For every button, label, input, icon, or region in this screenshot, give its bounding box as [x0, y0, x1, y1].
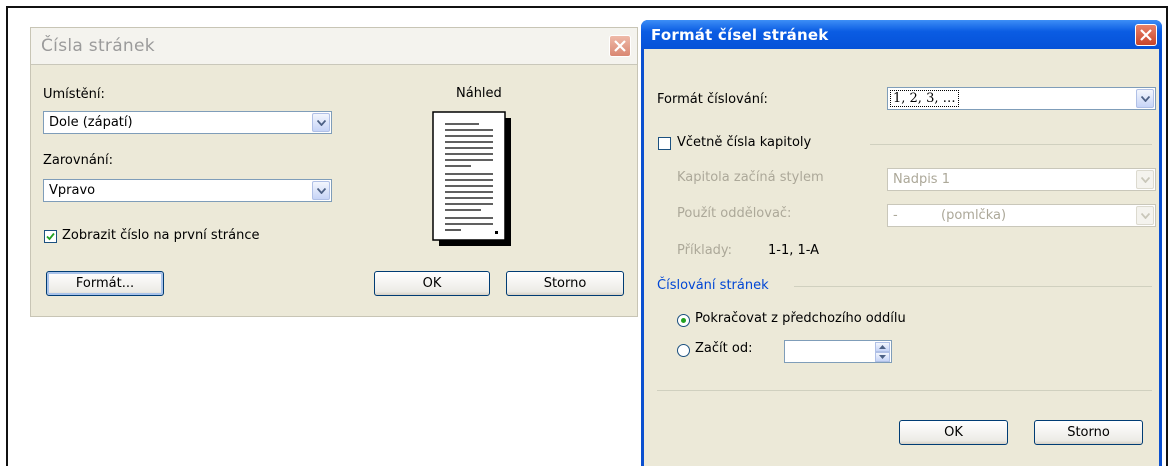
- preview-label: Náhled: [456, 86, 502, 101]
- footer-divider: [657, 390, 1152, 391]
- include-chapter-checkbox[interactable]: [658, 137, 671, 150]
- number-format-value: 1, 2, 3, …: [890, 90, 959, 107]
- chevron-down-icon[interactable]: [1136, 89, 1154, 108]
- close-button[interactable]: [609, 35, 631, 57]
- chevron-down-icon[interactable]: [312, 181, 330, 200]
- examples-value: 1-1, 1-A: [768, 243, 820, 258]
- show-first-page-label: Zobrazit číslo na první stránce: [62, 228, 260, 243]
- dialog-body: Formát číslování: 1, 2, 3, … Včetně čísl…: [644, 49, 1159, 466]
- format-button[interactable]: Formát...: [46, 271, 164, 296]
- alignment-select[interactable]: Vpravo: [43, 179, 332, 202]
- examples-label: Příklady:: [677, 243, 733, 258]
- radio-selected-dot: [681, 318, 686, 323]
- spin-up-icon[interactable]: [875, 342, 890, 352]
- title-bar: Formát čísel stránek: [641, 20, 1162, 49]
- start-at-spinner[interactable]: [784, 340, 892, 363]
- position-select[interactable]: Dole (zápatí): [43, 111, 332, 134]
- close-button[interactable]: [1135, 24, 1157, 46]
- continue-radio[interactable]: [677, 314, 690, 327]
- chevron-down-icon[interactable]: [1136, 170, 1154, 189]
- close-icon: [1140, 29, 1152, 41]
- chapter-style-select[interactable]: Nadpis 1: [887, 168, 1156, 191]
- chevron-down-icon[interactable]: [1136, 206, 1154, 225]
- separator-value-name: (pomlčka): [941, 208, 1007, 223]
- chapter-starts-label: Kapitola začíná stylem: [677, 170, 824, 185]
- page-numbering-group-header: Číslování stránek: [657, 278, 769, 293]
- position-label: Umístění:: [43, 87, 105, 102]
- close-icon: [614, 40, 626, 52]
- dialog-title: Čísla stránek: [41, 36, 155, 56]
- separator-select[interactable]: - (pomlčka): [887, 204, 1156, 227]
- page-number-format-dialog: Formát čísel stránek Formát číslování: 1…: [641, 20, 1162, 466]
- group-divider: [794, 286, 1152, 287]
- format-button-label: Formát...: [75, 276, 135, 291]
- title-bar: Čísla stránek: [31, 28, 637, 65]
- cancel-button[interactable]: Storno: [506, 271, 624, 296]
- alignment-value: Vpravo: [49, 183, 96, 198]
- cancel-button-label: Storno: [543, 276, 587, 291]
- check-icon: [46, 232, 55, 241]
- separator-label: Použít oddělovač:: [677, 206, 792, 221]
- continue-label: Pokračovat z předchozího oddílu: [695, 311, 906, 326]
- page-preview-icon: [432, 111, 511, 246]
- chevron-down-icon[interactable]: [312, 113, 330, 132]
- start-at-radio[interactable]: [677, 344, 690, 357]
- chapter-style-value: Nadpis 1: [893, 172, 950, 187]
- separator-value-symbol: -: [893, 208, 898, 223]
- spin-down-icon[interactable]: [875, 352, 890, 362]
- ok-button-label: OK: [422, 276, 442, 291]
- group-divider: [870, 144, 1152, 145]
- alignment-label: Zarovnání:: [43, 153, 114, 168]
- ok-button-label: OK: [944, 425, 963, 440]
- start-at-label: Začít od:: [695, 341, 753, 356]
- number-format-label: Formát číslování:: [657, 92, 768, 107]
- page-numbers-dialog: Čísla stránek Umístění: Dole (zápatí) Za…: [30, 27, 638, 317]
- include-chapter-label: Včetně čísla kapitoly: [677, 135, 812, 150]
- cancel-button[interactable]: Storno: [1034, 420, 1143, 445]
- cancel-button-label: Storno: [1067, 425, 1110, 440]
- dialog-title: Formát čísel stránek: [651, 26, 829, 44]
- show-first-page-checkbox[interactable]: [44, 230, 57, 243]
- ok-button[interactable]: OK: [374, 271, 490, 296]
- position-value: Dole (zápatí): [49, 115, 133, 130]
- ok-button[interactable]: OK: [899, 420, 1008, 445]
- number-format-select[interactable]: 1, 2, 3, …: [887, 87, 1156, 110]
